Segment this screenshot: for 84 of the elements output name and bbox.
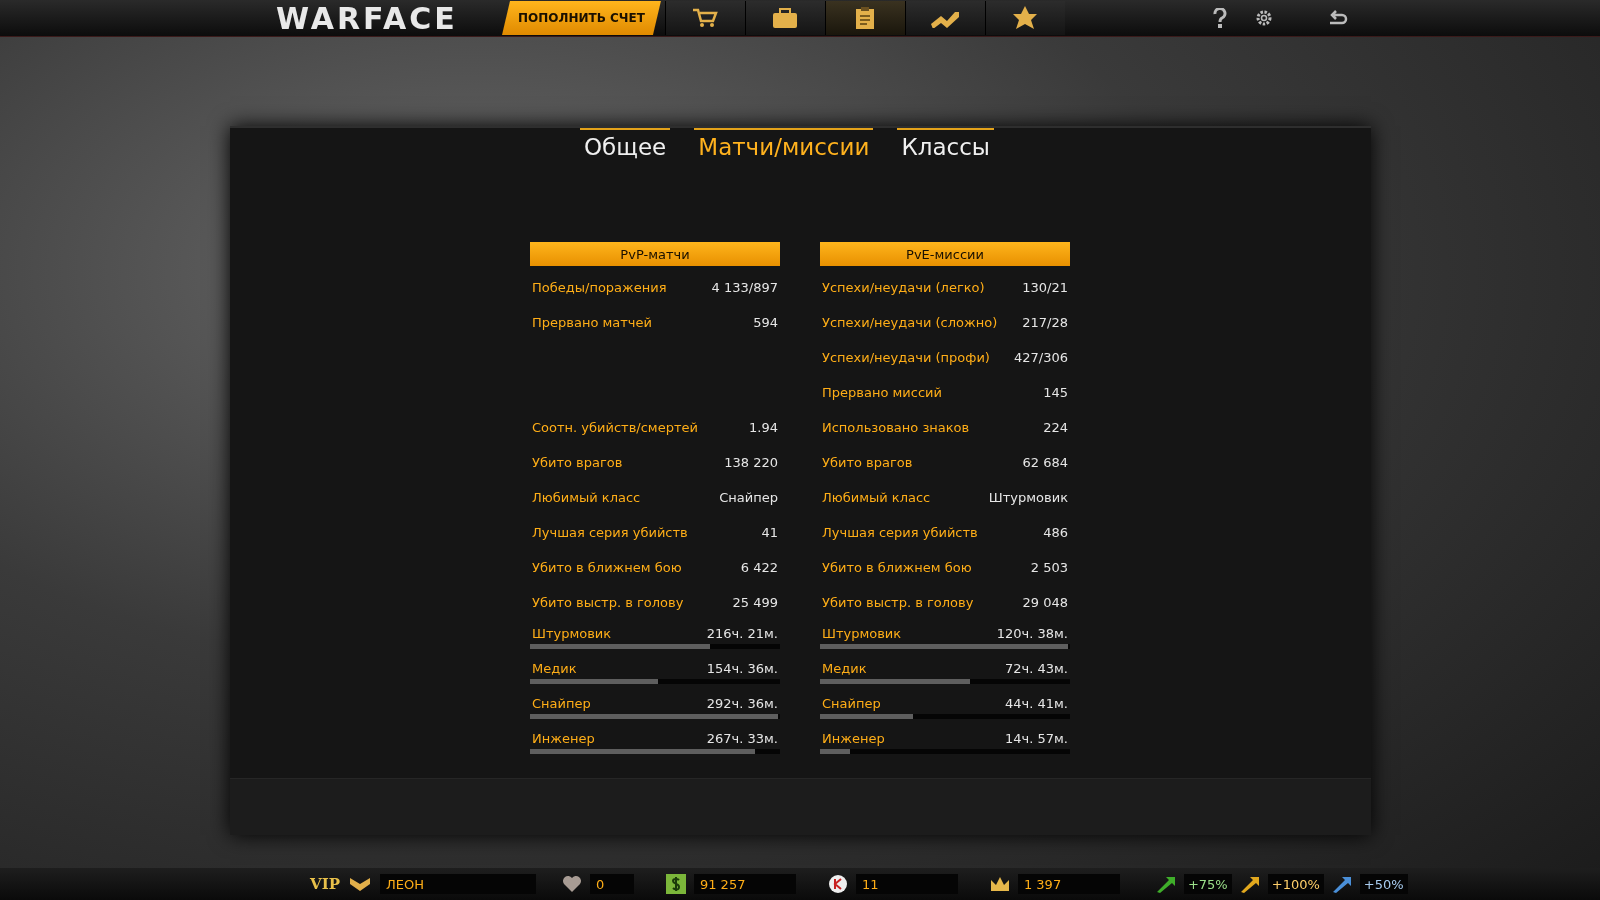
stat-value: 25 499 bbox=[732, 595, 778, 610]
stat-label: Убито в ближнем бою bbox=[532, 560, 682, 575]
nav-tab[interactable] bbox=[824, 1, 905, 35]
class-time: 14ч. 57м. bbox=[1005, 731, 1068, 746]
clipboard-icon bbox=[854, 6, 877, 30]
class-name: Медик bbox=[532, 661, 577, 676]
nav-tab[interactable] bbox=[664, 1, 745, 35]
k-coin-icon bbox=[827, 874, 848, 894]
currency-value: 1 397 bbox=[1017, 874, 1120, 894]
stat-value: 1.94 bbox=[749, 420, 778, 435]
topup-button[interactable]: ПОПОЛНИТЬ СЧЕТ bbox=[502, 1, 661, 35]
stat-label: Убито врагов bbox=[822, 455, 913, 470]
cart-icon bbox=[691, 7, 720, 29]
class-name: Штурмовик bbox=[532, 626, 612, 641]
class-time: 267ч. 33м. bbox=[706, 731, 778, 746]
stat-label: Соотн. убийств/смертей bbox=[532, 420, 698, 435]
stat-value: 62 684 bbox=[1022, 455, 1068, 470]
booster-value: +50% bbox=[1359, 874, 1408, 894]
class-name: Снайпер bbox=[532, 696, 591, 711]
stat-value: 217/28 bbox=[1022, 315, 1068, 330]
stat-label: Успехи/неудачи (легко) bbox=[822, 280, 985, 295]
stat-label: Победы/поражения bbox=[532, 280, 667, 295]
stat-value: 145 bbox=[1043, 385, 1068, 400]
currency-value: 11 bbox=[855, 874, 958, 894]
stat-label: Убито в ближнем бою bbox=[822, 560, 972, 575]
stat-label: Использовано знаков bbox=[822, 420, 970, 435]
player-name: ЛЕОН bbox=[379, 874, 536, 894]
stat-label: Прервано миссий bbox=[822, 385, 942, 400]
stat-label: Убито выстр. в голову bbox=[822, 595, 974, 610]
class-name: Снайпер bbox=[822, 696, 881, 711]
stat-value: Снайпер bbox=[719, 490, 778, 505]
toolbox-icon bbox=[771, 7, 800, 29]
stat-value: 594 bbox=[753, 315, 778, 330]
stat-value: 486 bbox=[1043, 525, 1068, 540]
stat-label: Лучшая серия убийств bbox=[822, 525, 978, 540]
stat-value: 224 bbox=[1043, 420, 1068, 435]
stat-label: Убито выстр. в голову bbox=[532, 595, 684, 610]
class-time: 154ч. 36м. bbox=[706, 661, 778, 676]
stat-value: 29 048 bbox=[1022, 595, 1068, 610]
stat-value: 130/21 bbox=[1022, 280, 1068, 295]
currency-value: 0 bbox=[589, 874, 634, 894]
settings-icon bbox=[1255, 9, 1273, 27]
class-name: Медик bbox=[822, 661, 867, 676]
stat-value: 2 503 bbox=[1030, 560, 1068, 575]
stat-value: 41 bbox=[761, 525, 778, 540]
dollar-icon bbox=[665, 874, 686, 894]
stat-label: Успехи/неудачи (профи) bbox=[822, 350, 990, 365]
nav-tab[interactable] bbox=[744, 1, 825, 35]
vip-label: VIP bbox=[310, 875, 340, 893]
stat-value: 4 133/897 bbox=[711, 280, 778, 295]
back-icon bbox=[1328, 10, 1348, 26]
stat-label: Прервано матчей bbox=[532, 315, 652, 330]
currency-value: 91 257 bbox=[693, 874, 796, 894]
class-time: 216ч. 21м. bbox=[706, 626, 778, 641]
class-time: 120ч. 38м. bbox=[996, 626, 1068, 641]
crown-icon bbox=[989, 875, 1010, 893]
tab[interactable]: Классы bbox=[897, 128, 994, 164]
class-name: Инженер bbox=[532, 731, 595, 746]
booster-value: +75% bbox=[1183, 874, 1232, 894]
stat-label: Убито врагов bbox=[532, 455, 623, 470]
star-badge-icon bbox=[1012, 5, 1039, 31]
tab[interactable]: Общее bbox=[580, 128, 671, 164]
class-name: Инженер bbox=[822, 731, 885, 746]
help-icon bbox=[1213, 8, 1227, 28]
stat-value: Штурмовик bbox=[988, 490, 1068, 505]
class-time: 72ч. 43м. bbox=[1005, 661, 1068, 676]
nav-tab[interactable] bbox=[904, 1, 985, 35]
heart-icon bbox=[561, 875, 582, 893]
stat-label: Успехи/неудачи (сложно) bbox=[822, 315, 998, 330]
tab[interactable]: Матчи/миссии bbox=[694, 128, 874, 164]
stat-label: Любимый класс bbox=[822, 490, 931, 505]
warface-logo: WARFACE bbox=[276, 0, 459, 36]
booster-value: +100% bbox=[1267, 874, 1324, 894]
class-time: 44ч. 41м. bbox=[1005, 696, 1068, 711]
class-name: Штурмовик bbox=[822, 626, 902, 641]
stat-label: Любимый класс bbox=[532, 490, 641, 505]
stat-value: 427/306 bbox=[1014, 350, 1068, 365]
stat-value: 6 422 bbox=[740, 560, 778, 575]
stat-value: 138 220 bbox=[724, 455, 778, 470]
stat-label: Лучшая серия убийств bbox=[532, 525, 688, 540]
table-header: PvE-миссии bbox=[820, 242, 1070, 266]
nav-tab[interactable] bbox=[984, 1, 1065, 35]
class-time: 292ч. 36м. bbox=[706, 696, 778, 711]
table-header: PvP-матчи bbox=[530, 242, 780, 266]
